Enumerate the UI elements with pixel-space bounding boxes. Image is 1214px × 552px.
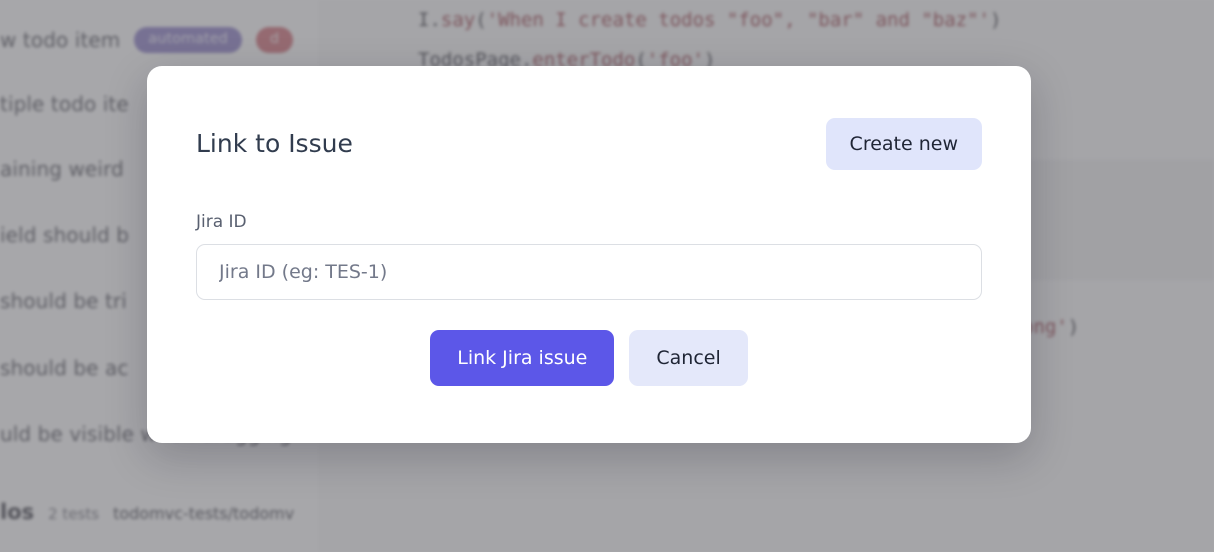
jira-id-label: Jira ID xyxy=(196,212,247,232)
link-to-issue-dialog: Link to Issue Create new Jira ID Link Ji… xyxy=(147,66,1031,443)
link-jira-issue-button[interactable]: Link Jira issue xyxy=(430,330,615,386)
dialog-actions: Link Jira issue Cancel xyxy=(196,330,982,386)
create-new-button[interactable]: Create new xyxy=(825,118,982,170)
app-root: w todo itemautomateddtiple todo iteainin… xyxy=(0,0,1214,552)
jira-id-input[interactable] xyxy=(196,244,982,300)
cancel-button[interactable]: Cancel xyxy=(629,330,748,386)
dialog-header: Link to Issue Create new xyxy=(196,118,982,170)
dialog-title: Link to Issue xyxy=(196,129,353,158)
